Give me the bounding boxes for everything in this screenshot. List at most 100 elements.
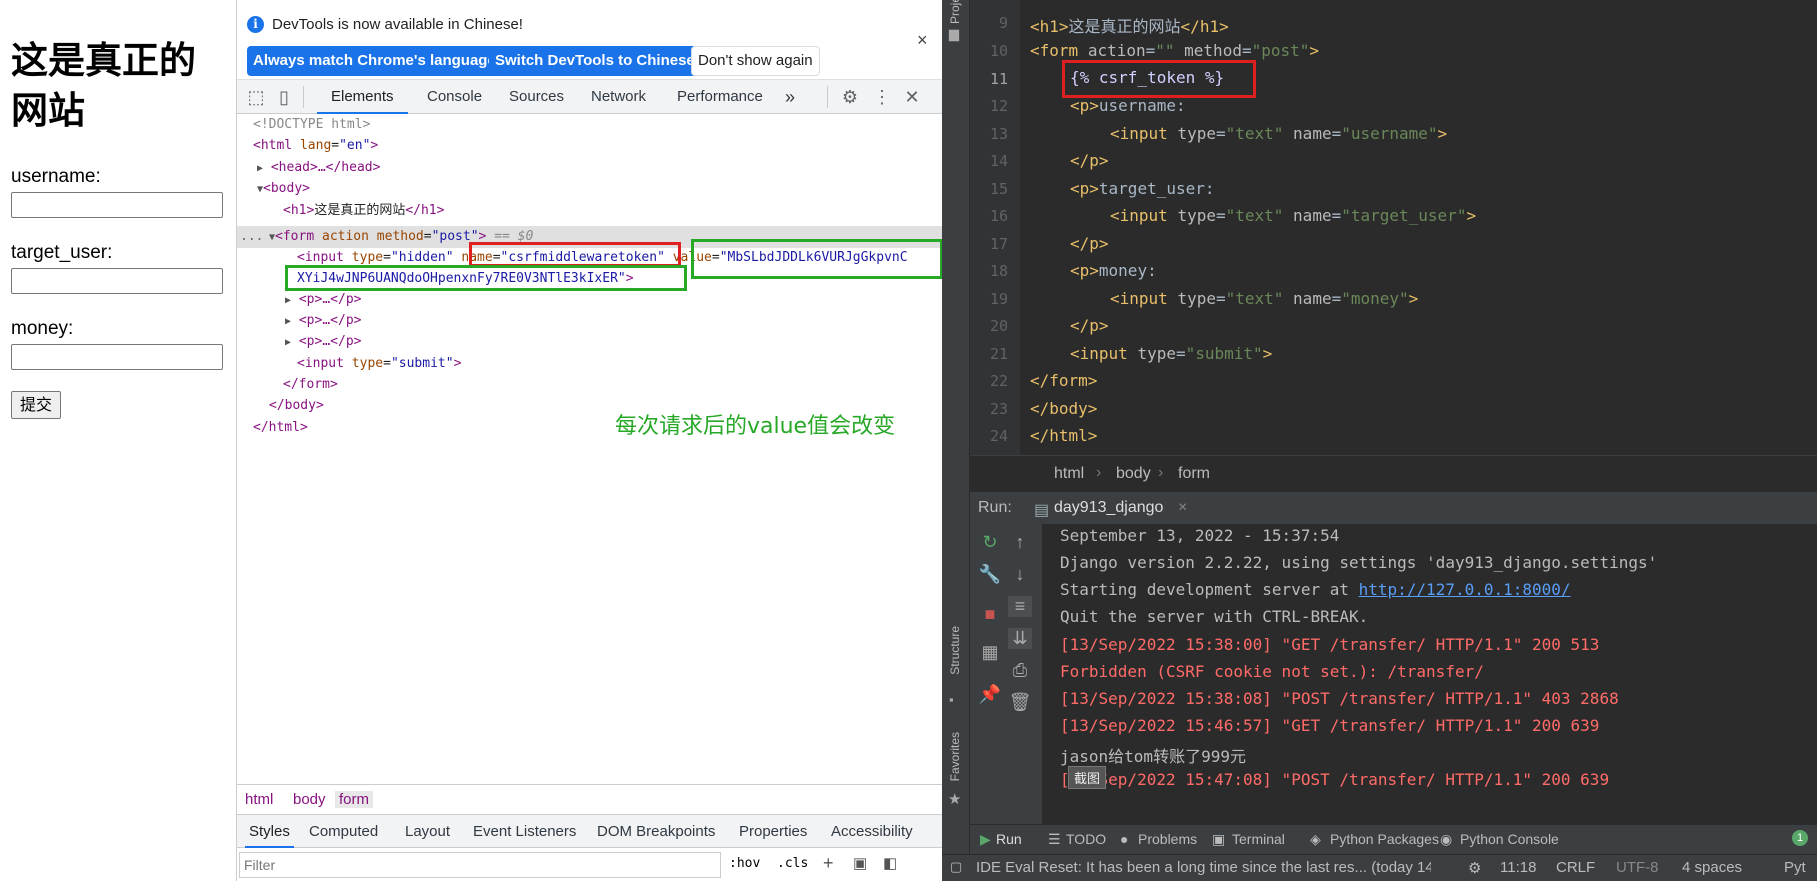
dom-submit-input[interactable]: <input type="submit">	[297, 353, 461, 375]
run-config-tab[interactable]: day913_django	[1054, 499, 1163, 517]
highlight-value-cont-box	[285, 265, 687, 291]
dom-p[interactable]: ▶ <p>…</p>	[285, 289, 361, 312]
dom-form-close[interactable]: </form>	[283, 374, 338, 396]
dom-html-open[interactable]: <html lang="en">	[253, 135, 378, 157]
close-devtools-icon[interactable]: ✕	[901, 86, 923, 108]
code-line-18: <p>money:	[1070, 261, 1157, 280]
expand-arrow-icon[interactable]: ▶	[285, 337, 291, 348]
tab-network[interactable]: Network	[591, 80, 646, 114]
favorites-tool-tab[interactable]: Favorites	[948, 732, 962, 781]
expand-arrow-icon[interactable]: ▶	[257, 163, 263, 174]
scroll-down-icon[interactable]: ↓	[1008, 564, 1032, 585]
target-user-input[interactable]	[11, 268, 223, 294]
bottom-tab-run[interactable]: Run	[996, 831, 1022, 847]
trash-icon[interactable]: 🗑	[1008, 692, 1032, 713]
tab-console[interactable]: Console	[427, 80, 482, 114]
close-icon[interactable]: ×	[917, 30, 928, 51]
tab-event-listeners[interactable]: Event Listeners	[473, 815, 576, 848]
tab-accessibility[interactable]: Accessibility	[831, 815, 913, 848]
stop-icon[interactable]: ■	[978, 604, 1002, 625]
line-number: 23	[989, 400, 1008, 418]
dom-head[interactable]: ▶ <head>…</head>	[257, 157, 380, 180]
hov-toggle[interactable]: :hov	[729, 856, 760, 871]
tab-properties[interactable]: Properties	[739, 815, 807, 848]
line-separator[interactable]: CRLF	[1556, 859, 1595, 876]
code-editor[interactable]: <h1>这是真正的网站</h1> <form action="" method=…	[1020, 0, 1817, 455]
code-line-9: <h1>这是真正的网站</h1>	[1030, 17, 1229, 36]
submit-button[interactable]: 提交	[11, 391, 62, 419]
breadcrumb-form[interactable]: form	[335, 791, 373, 808]
console-line: [13/Sep/2022 15:38:00] "GET /transfer/ H…	[1060, 635, 1600, 654]
breadcrumb-body[interactable]: body	[293, 791, 326, 808]
toolbar-divider	[827, 86, 828, 108]
settings-gear-icon[interactable]: ⚙	[1468, 859, 1481, 877]
tab-performance[interactable]: Performance	[677, 80, 763, 114]
rerun-icon[interactable]: ↻	[978, 532, 1002, 553]
tab-dom-breakpoints[interactable]: DOM Breakpoints	[597, 815, 715, 848]
bottom-tab-terminal[interactable]: Terminal	[1232, 831, 1285, 847]
breadcrumb-html[interactable]: html	[245, 791, 273, 808]
indent-setting[interactable]: 4 spaces	[1682, 859, 1742, 876]
layout-icon[interactable]: ▦	[978, 642, 1002, 663]
add-rule-icon[interactable]: +	[823, 853, 834, 874]
tab-styles[interactable]: Styles	[245, 815, 294, 848]
breadcrumb-html[interactable]: html	[1054, 465, 1084, 483]
dom-html-close[interactable]: </html>	[253, 417, 308, 439]
file-encoding[interactable]: UTF-8	[1616, 859, 1659, 876]
expand-arrow-icon[interactable]: ▶	[285, 295, 291, 306]
dom-p[interactable]: ▶ <p>…</p>	[285, 331, 361, 354]
cls-toggle[interactable]: .cls	[777, 856, 808, 871]
close-tab-icon[interactable]: ×	[1178, 499, 1187, 517]
filter-input[interactable]: Filter	[239, 852, 721, 878]
breadcrumb-form[interactable]: form	[1178, 465, 1210, 483]
tab-layout[interactable]: Layout	[405, 815, 450, 848]
folder-icon: ▆	[949, 26, 959, 41]
inspect-element-icon[interactable]: ⬚	[245, 86, 267, 108]
settings-gear-icon[interactable]: ⚙	[839, 86, 861, 108]
switch-chinese-button[interactable]: Switch DevTools to Chinese	[489, 46, 701, 76]
tab-elements[interactable]: Elements	[317, 80, 408, 114]
run-label: Run:	[978, 499, 1012, 516]
pin-icon[interactable]: 📌	[978, 684, 1002, 705]
caret-position[interactable]: 11:18	[1500, 859, 1536, 876]
dom-body-open[interactable]: ▼<body>	[257, 178, 310, 201]
scroll-to-end-icon[interactable]: ⇊	[1008, 628, 1032, 649]
more-tabs-icon[interactable]: »	[785, 80, 795, 114]
pycharm-ide: Project ▆ Structure ▪ Favorites ★ 9 10 1…	[942, 0, 1817, 881]
kebab-menu-icon[interactable]: ⋮	[871, 86, 893, 108]
dom-p[interactable]: ▶ <p>…</p>	[285, 310, 361, 333]
attr-name: lang	[299, 138, 332, 153]
run-console-output[interactable]: September 13, 2022 - 15:37:54 Django ver…	[1042, 524, 1817, 824]
python-interpreter[interactable]: Pyt	[1784, 859, 1817, 876]
server-url-link[interactable]: http://127.0.0.1:8000/	[1359, 580, 1571, 599]
dont-show-again-button[interactable]: Don't show again	[691, 46, 820, 76]
expand-arrow-icon[interactable]: ▶	[285, 316, 291, 327]
username-input[interactable]	[11, 192, 223, 218]
bottom-tab-python-console[interactable]: Python Console	[1460, 831, 1559, 847]
event-log-badge[interactable]: 1	[1792, 830, 1808, 846]
line-number: 15	[989, 180, 1008, 198]
structure-tool-tab[interactable]: Structure	[948, 626, 962, 675]
color-format-icon[interactable]: ▣	[853, 854, 867, 872]
device-toolbar-icon[interactable]: ▯	[273, 86, 295, 108]
dom-h1[interactable]: <h1>这是真正的网站</h1>	[283, 200, 444, 222]
status-message[interactable]: IDE Eval Reset: It has been a long time …	[976, 859, 1431, 876]
match-language-button[interactable]: Always match Chrome's language	[247, 46, 502, 76]
tab-sources[interactable]: Sources	[509, 80, 564, 114]
project-tool-tab[interactable]: Project	[948, 0, 962, 24]
print-icon[interactable]: ⎙	[1008, 660, 1032, 681]
breadcrumb-body[interactable]: body	[1116, 465, 1151, 483]
row-actions-icon[interactable]: ...	[240, 226, 263, 248]
scroll-up-icon[interactable]: ↑	[1008, 532, 1032, 553]
dom-body-close[interactable]: </body>	[269, 395, 324, 417]
bottom-tab-problems[interactable]: Problems	[1138, 831, 1197, 847]
bottom-tab-todo[interactable]: TODO	[1066, 831, 1106, 847]
soft-wrap-icon[interactable]: ≡	[1008, 596, 1032, 617]
tab-computed[interactable]: Computed	[309, 815, 378, 848]
bottom-tab-python-packages[interactable]: Python Packages	[1330, 831, 1439, 847]
status-layout-icon[interactable]: ▢	[950, 859, 962, 875]
sidebar-toggle-icon[interactable]: ◧	[883, 854, 897, 872]
wrench-icon[interactable]: 🔧	[978, 564, 1002, 585]
money-input[interactable]	[11, 344, 223, 370]
highlight-name-box	[469, 242, 681, 267]
